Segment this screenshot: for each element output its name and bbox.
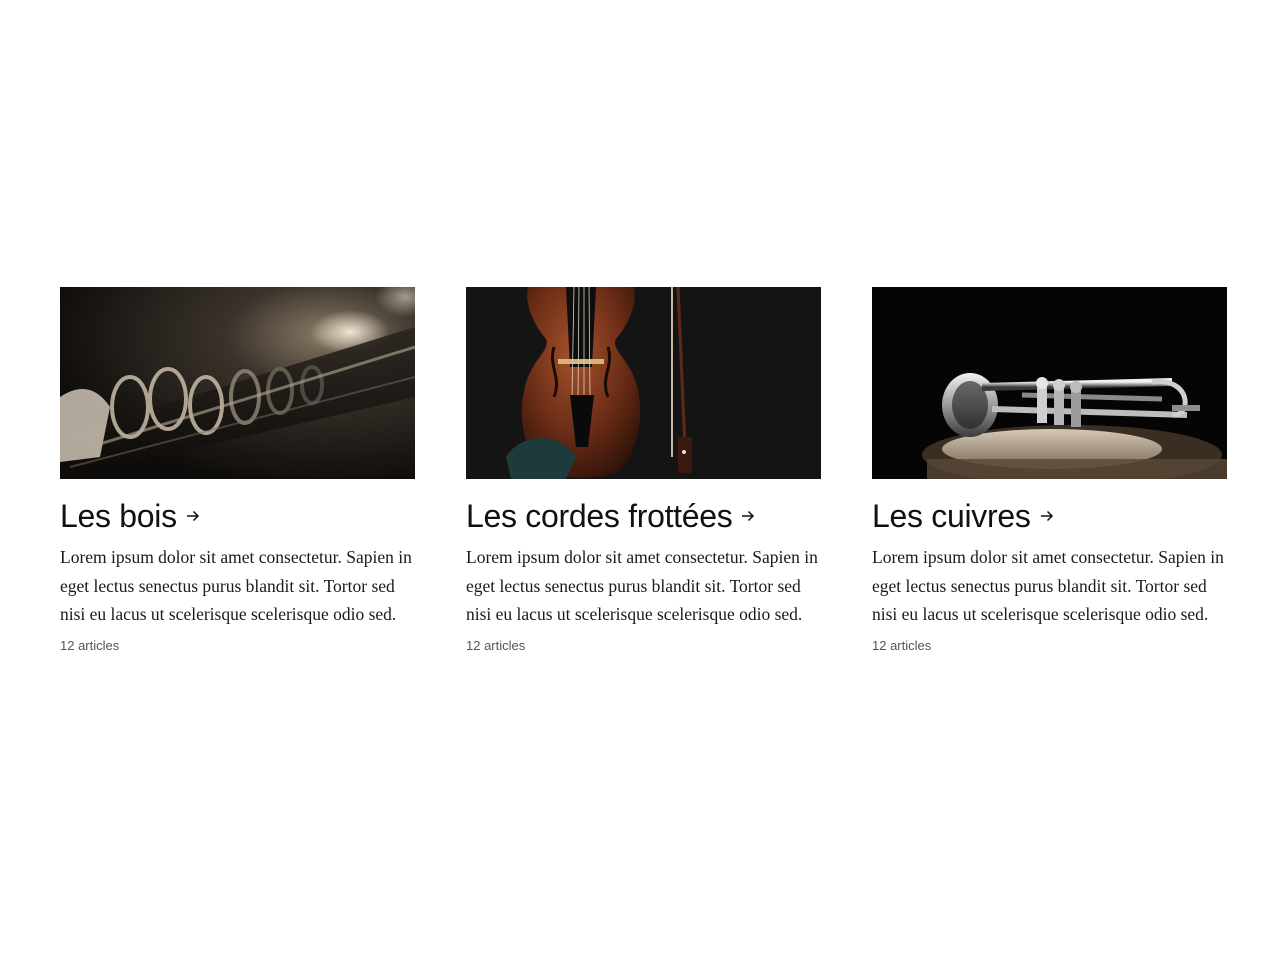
article-count: 12 articles bbox=[466, 637, 526, 653]
card-description: Lorem ipsum dolor sit amet consectetur. … bbox=[60, 547, 412, 624]
arrow-right-icon bbox=[1039, 508, 1055, 524]
card-title[interactable]: Les cordes frottées bbox=[466, 498, 733, 534]
card-title[interactable]: Les bois bbox=[60, 498, 177, 534]
card-title-row[interactable]: Les cuivres bbox=[872, 498, 1227, 534]
category-card-cordes-frottees[interactable]: Les cordes frottées Lorem ipsum dolor si… bbox=[466, 287, 821, 654]
article-count: 12 articles bbox=[60, 637, 120, 653]
card-title-row[interactable]: Les bois bbox=[60, 498, 415, 534]
card-description: Lorem ipsum dolor sit amet consectetur. … bbox=[872, 547, 1224, 624]
arrow-right-icon bbox=[185, 508, 201, 524]
category-card-cuivres[interactable]: Les cuivres Lorem ipsum dolor sit amet c… bbox=[872, 287, 1227, 654]
card-title-row[interactable]: Les cordes frottées bbox=[466, 498, 821, 534]
article-count: 12 articles bbox=[872, 637, 932, 653]
card-title[interactable]: Les cuivres bbox=[872, 498, 1031, 534]
card-description: Lorem ipsum dolor sit amet consectetur. … bbox=[466, 547, 818, 624]
category-cards: Les bois Lorem ipsum dolor sit amet cons… bbox=[60, 287, 1228, 654]
clarinet-keys-image[interactable] bbox=[60, 287, 415, 479]
violin-and-bow-image[interactable] bbox=[466, 287, 821, 479]
trumpet-on-drum-image[interactable] bbox=[872, 287, 1227, 479]
arrow-right-icon bbox=[740, 508, 756, 524]
category-card-bois[interactable]: Les bois Lorem ipsum dolor sit amet cons… bbox=[60, 287, 415, 654]
